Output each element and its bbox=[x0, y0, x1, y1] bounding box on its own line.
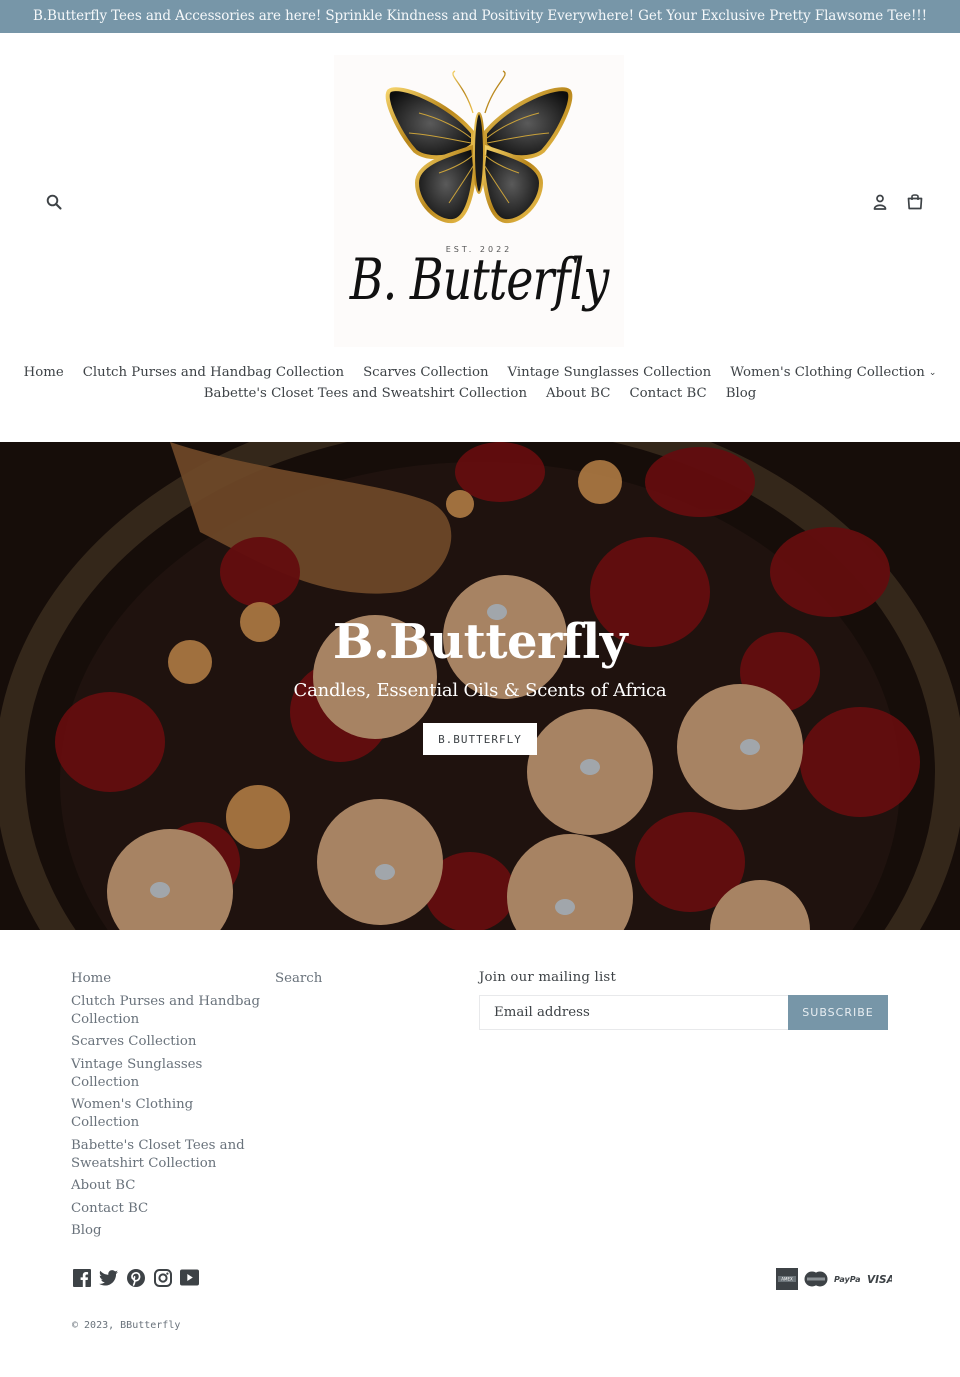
facebook-link[interactable] bbox=[72, 1268, 91, 1287]
visa-icon: VISA bbox=[866, 1268, 892, 1290]
footer-main-links: Home Clutch Purses and Handbag Collectio… bbox=[71, 970, 261, 1245]
hero-banner: B.Butterfly Candles, Essential Oils & Sc… bbox=[0, 442, 960, 930]
nav-item-clutch-purses[interactable]: Clutch Purses and Handbag Collection bbox=[83, 363, 344, 384]
main-nav: Home Clutch Purses and Handbag Collectio… bbox=[0, 363, 960, 404]
nav-item-label: Women's Clothing Collection bbox=[730, 365, 925, 380]
footer-link-womens-clothing[interactable]: Women's Clothing Collection bbox=[71, 1096, 261, 1132]
site-header: EST. 2022 B. Butterfly bbox=[0, 33, 960, 353]
youtube-icon bbox=[180, 1269, 199, 1286]
newsletter-title: Join our mailing list bbox=[479, 970, 617, 985]
footer-link-about[interactable]: About BC bbox=[71, 1177, 261, 1195]
newsletter-section: Join our mailing list SUBSCRIBE bbox=[479, 970, 888, 1030]
butterfly-logo-icon bbox=[385, 70, 573, 224]
site-logo[interactable]: EST. 2022 B. Butterfly bbox=[334, 55, 624, 347]
email-field[interactable] bbox=[479, 995, 788, 1030]
subscribe-button[interactable]: SUBSCRIBE bbox=[788, 995, 888, 1030]
account-button[interactable] bbox=[867, 189, 893, 215]
footer-link-search[interactable]: Search bbox=[275, 970, 322, 988]
amex-icon: AMEX bbox=[776, 1268, 798, 1290]
nav-item-scarves[interactable]: Scarves Collection bbox=[363, 363, 488, 384]
paypal-icon: PayPal bbox=[834, 1268, 860, 1290]
instagram-icon bbox=[153, 1268, 172, 1287]
payment-icons: AMEX PayPal VISA bbox=[776, 1268, 892, 1290]
chevron-down-icon: ⌄ bbox=[928, 368, 937, 378]
instagram-link[interactable] bbox=[153, 1268, 172, 1287]
twitter-icon bbox=[99, 1269, 118, 1286]
search-button[interactable] bbox=[41, 189, 67, 215]
pinterest-icon bbox=[126, 1268, 145, 1287]
nav-row-1: Home Clutch Purses and Handbag Collectio… bbox=[0, 363, 960, 384]
pinterest-link[interactable] bbox=[126, 1268, 145, 1287]
logo-wordmark: B. Butterfly bbox=[349, 245, 609, 313]
svg-text:VISA: VISA bbox=[867, 1274, 892, 1285]
shopping-bag-icon bbox=[907, 193, 923, 209]
facebook-icon bbox=[72, 1268, 91, 1287]
footer-link-scarves[interactable]: Scarves Collection bbox=[71, 1033, 261, 1051]
svg-text:AMEX: AMEX bbox=[781, 1277, 793, 1282]
mastercard-icon bbox=[804, 1268, 828, 1290]
footer-link-vintage-sunglasses[interactable]: Vintage Sunglasses Collection bbox=[71, 1056, 261, 1092]
twitter-link[interactable] bbox=[99, 1268, 118, 1287]
svg-text:PayPal: PayPal bbox=[834, 1275, 860, 1284]
hero-cta-button[interactable]: B.BUTTERFLY bbox=[423, 723, 537, 755]
hero-content: B.Butterfly Candles, Essential Oils & Sc… bbox=[0, 612, 960, 755]
footer-link-home[interactable]: Home bbox=[71, 970, 261, 988]
footer-secondary-links: Search bbox=[275, 970, 322, 993]
search-icon bbox=[46, 194, 62, 210]
footer-link-contact[interactable]: Contact BC bbox=[71, 1200, 261, 1218]
announcement-bar[interactable]: B.Butterfly Tees and Accessories are her… bbox=[0, 0, 960, 33]
footer-link-babettes-closet[interactable]: Babette's Closet Tees and Sweatshirt Col… bbox=[71, 1137, 261, 1173]
cart-button[interactable] bbox=[902, 188, 928, 214]
footer-link-clutch-purses[interactable]: Clutch Purses and Handbag Collection bbox=[71, 993, 261, 1029]
newsletter-form: SUBSCRIBE bbox=[479, 995, 888, 1030]
youtube-link[interactable] bbox=[180, 1268, 199, 1287]
footer-link-blog[interactable]: Blog bbox=[71, 1222, 261, 1240]
nav-item-babettes-closet[interactable]: Babette's Closet Tees and Sweatshirt Col… bbox=[204, 384, 527, 404]
nav-item-about[interactable]: About BC bbox=[546, 384, 610, 404]
nav-item-vintage-sunglasses[interactable]: Vintage Sunglasses Collection bbox=[508, 363, 712, 384]
nav-item-womens-clothing[interactable]: Women's Clothing Collection ⌄ bbox=[730, 363, 936, 384]
user-icon bbox=[873, 194, 887, 210]
hero-title: B.Butterfly bbox=[332, 614, 628, 670]
social-links bbox=[72, 1268, 199, 1287]
hero-subtitle: Candles, Essential Oils & Scents of Afri… bbox=[293, 680, 667, 701]
nav-item-contact[interactable]: Contact BC bbox=[629, 384, 706, 404]
copyright-text: © 2023, BButterfly bbox=[72, 1320, 181, 1331]
nav-item-home[interactable]: Home bbox=[24, 363, 64, 384]
nav-row-2: Babette's Closet Tees and Sweatshirt Col… bbox=[0, 384, 960, 404]
nav-item-blog[interactable]: Blog bbox=[726, 384, 757, 404]
